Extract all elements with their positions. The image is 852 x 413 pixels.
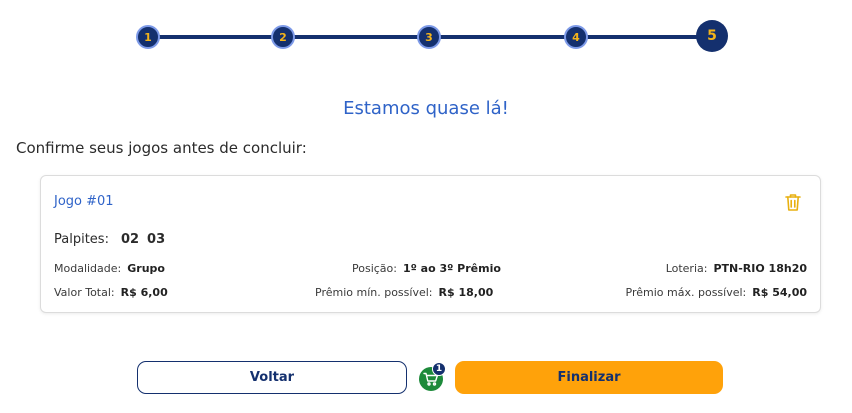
step-4: 4 <box>564 25 588 49</box>
premio-min-cell: Prêmio mín. possível: R$ 18,00 <box>315 286 493 299</box>
picks-label: Palpites: <box>54 232 109 247</box>
valor-total-value: R$ 6,00 <box>120 286 168 299</box>
valor-total-cell: Valor Total: R$ 6,00 <box>54 286 168 299</box>
posicao-cell: Posição: 1º ao 3º Prêmio <box>352 262 501 275</box>
finish-button[interactable]: Finalizar <box>455 361 723 394</box>
step-2: 2 <box>271 25 295 49</box>
progress-stepper: 1 2 3 4 5 <box>136 20 728 54</box>
step-5-active: 5 <box>696 20 728 52</box>
premio-max-label: Prêmio máx. possível: <box>625 286 747 299</box>
game-title: Jogo #01 <box>54 194 114 209</box>
loteria-value: PTN-RIO 18h20 <box>713 262 807 275</box>
step-3: 3 <box>417 25 441 49</box>
modalidade-label: Modalidade: <box>54 262 122 275</box>
game-card: Jogo #01 Palpites: 02 03 Modalidade: Grupo … <box>40 175 821 313</box>
premio-min-label: Prêmio mín. possível: <box>315 286 433 299</box>
loteria-cell: Loteria: PTN-RIO 18h20 <box>666 262 807 275</box>
picks-row: Palpites: 02 03 <box>54 232 165 247</box>
page-headline: Estamos quase lá! <box>343 98 509 119</box>
step-1: 1 <box>136 25 160 49</box>
page-subtitle: Confirme seus jogos antes de concluir: <box>16 139 307 157</box>
picks-values: 02 03 <box>113 232 165 247</box>
posicao-value: 1º ao 3º Prêmio <box>402 262 501 275</box>
back-button[interactable]: Voltar <box>137 361 407 394</box>
pick-number: 03 <box>147 232 166 247</box>
loteria-label: Loteria: <box>665 262 708 275</box>
modalidade-cell: Modalidade: Grupo <box>54 262 165 275</box>
trash-icon[interactable] <box>784 192 802 212</box>
premio-max-value: R$ 54,00 <box>752 286 807 299</box>
cart-count-badge: 1 <box>432 362 446 376</box>
premio-max-cell: Prêmio máx. possível: R$ 54,00 <box>626 286 807 299</box>
posicao-label: Posição: <box>352 262 397 275</box>
valor-total-label: Valor Total: <box>54 286 115 299</box>
premio-min-value: R$ 18,00 <box>438 286 494 299</box>
pick-number: 02 <box>120 232 140 247</box>
modalidade-value: Grupo <box>127 262 165 275</box>
